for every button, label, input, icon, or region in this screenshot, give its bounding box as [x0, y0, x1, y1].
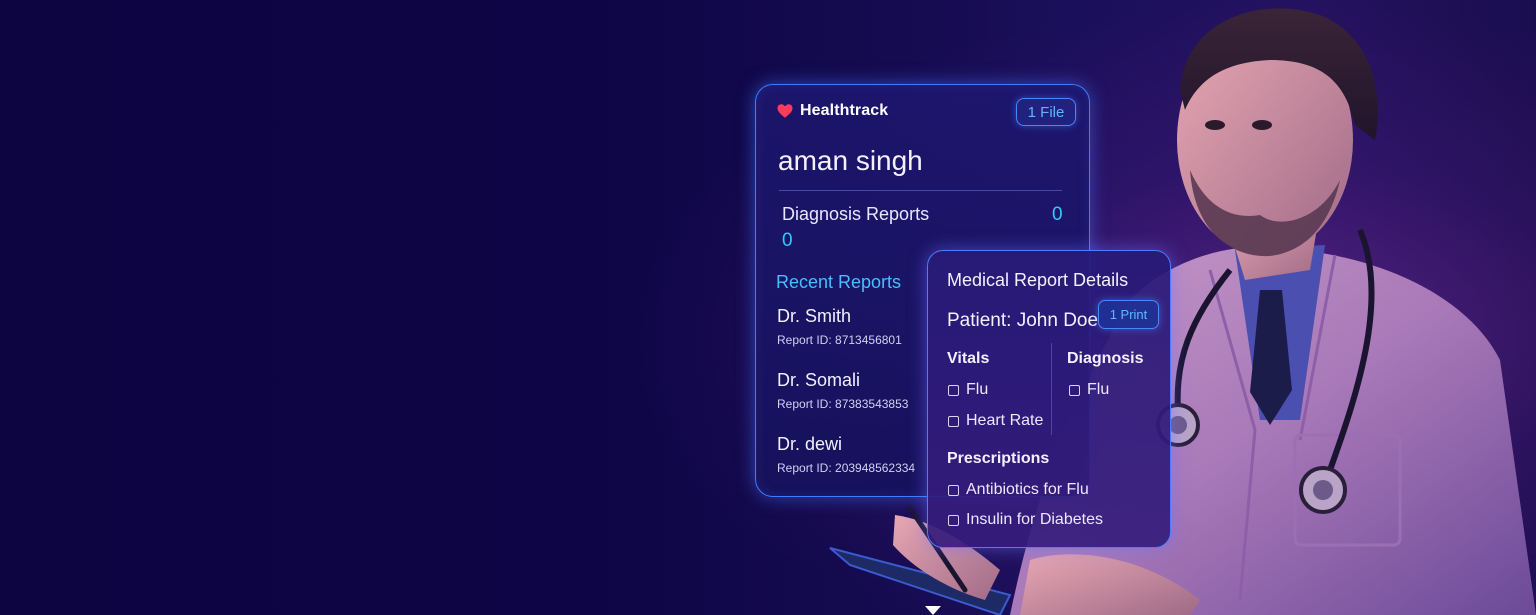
diagnosis-reports-value: 0 [782, 230, 793, 251]
column-divider [1051, 343, 1052, 435]
report-item[interactable]: Dr. dewi Report ID: 203948562334 [777, 434, 915, 475]
brand[interactable]: Healthtrack [776, 102, 888, 120]
report-id: Report ID: 8713456801 [777, 333, 902, 347]
brand-name: Healthtrack [800, 102, 889, 119]
medical-report-details-card: Medical Report Details Patient: John Doe… [927, 250, 1171, 548]
checkbox-label: Flu [1087, 381, 1110, 398]
checkbox[interactable] [1069, 384, 1080, 396]
prescription-checkbox-item[interactable]: Insulin for Diabetes [948, 511, 1103, 529]
vitals-heading: Vitals [947, 350, 990, 367]
report-doctor: Dr. Somali [777, 370, 861, 390]
recent-reports-title: Recent Reports [776, 272, 902, 292]
diagnosis-checkbox-item[interactable]: Flu [1069, 381, 1109, 399]
checkbox[interactable] [948, 484, 959, 496]
details-patient: Patient: John Doe [947, 310, 1099, 331]
prescription-checkbox-item[interactable]: Antibiotics for Flu [948, 481, 1089, 499]
report-doctor: Dr. Smith [777, 306, 852, 326]
details-title: Medical Report Details [947, 270, 1129, 290]
report-item[interactable]: Dr. Smith Report ID: 8713456801 [777, 306, 902, 347]
heart-icon [777, 104, 793, 118]
checkbox-label: Insulin for Diabetes [966, 511, 1103, 528]
vitals-checkbox-item[interactable]: Flu [948, 381, 988, 399]
checkbox-label: Antibiotics for Flu [966, 481, 1089, 498]
divider [779, 190, 1062, 191]
vitals-checkbox-item[interactable]: Heart Rate [948, 412, 1043, 430]
checkbox-label: Heart Rate [966, 412, 1044, 429]
bottom-notch [925, 606, 941, 615]
checkbox[interactable] [948, 384, 959, 396]
print-button[interactable]: 1 Print [1098, 300, 1159, 329]
patient-name: aman singh [778, 145, 923, 176]
report-item[interactable]: Dr. Somali Report ID: 87383543853 [777, 370, 908, 411]
diagnosis-heading: Diagnosis [1067, 350, 1144, 367]
report-id: Report ID: 203948562334 [777, 461, 916, 475]
checkbox[interactable] [948, 415, 959, 427]
diagnosis-reports-count: 0 [1052, 204, 1063, 225]
diagnosis-reports-label: Diagnosis Reports [782, 204, 930, 224]
report-doctor: Dr. dewi [777, 434, 843, 454]
report-id: Report ID: 87383543853 [777, 397, 909, 411]
checkbox[interactable] [948, 514, 959, 526]
checkbox-label: Flu [966, 381, 989, 398]
files-badge[interactable]: 1 File [1016, 98, 1076, 126]
prescriptions-heading: Prescriptions [947, 450, 1050, 467]
